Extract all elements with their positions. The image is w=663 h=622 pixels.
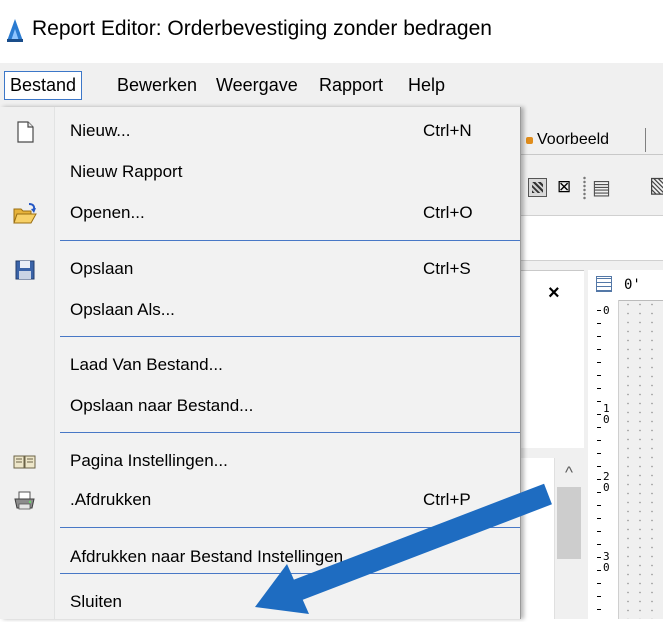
menu-item-label: Pagina Instellingen... xyxy=(70,451,228,470)
menu-item-shortcut: Ctrl+O xyxy=(423,203,473,222)
menu-item-afdrukken[interactable]: .Afdrukken Ctrl+P xyxy=(0,480,520,520)
report-editor-app-icon xyxy=(7,19,23,42)
panel-splitter[interactable] xyxy=(520,448,584,458)
ruler-tick xyxy=(597,557,601,558)
ruler-tick xyxy=(597,414,601,415)
menu-item-opslaan[interactable]: Opslaan Ctrl+S xyxy=(0,249,520,289)
menu-bewerken[interactable]: Bewerken xyxy=(112,71,202,100)
menu-help[interactable]: Help xyxy=(403,71,450,100)
property-bar xyxy=(520,215,663,261)
menu-separator xyxy=(60,573,520,574)
ruler-tick xyxy=(597,570,601,571)
printer-icon xyxy=(14,491,35,510)
ruler-settings-icon[interactable] xyxy=(596,276,612,292)
ruler-tick xyxy=(597,388,601,389)
ruler-tick xyxy=(597,531,601,532)
menu-item-label: Laad Van Bestand... xyxy=(70,355,223,374)
ruler-tick xyxy=(597,596,601,597)
menu-item-afdrukken-naar-bestand[interactable]: Afdrukken naar Bestand Instellingen... xyxy=(0,537,520,577)
close-box-icon[interactable]: ⊠ xyxy=(557,176,571,198)
menu-separator xyxy=(60,336,520,337)
menu-separator xyxy=(60,432,520,433)
ruler-tick xyxy=(597,310,601,311)
menu-item-label: Nieuw... xyxy=(70,121,131,140)
menu-item-pagina-instellingen[interactable]: Pagina Instellingen... xyxy=(0,441,520,481)
tab-divider xyxy=(645,128,646,152)
align-tool-icon[interactable]: ▤ xyxy=(592,175,622,201)
tab-voorbeeld[interactable]: Voorbeeld xyxy=(523,125,609,155)
ruler-tick xyxy=(597,375,601,376)
ruler-tick xyxy=(597,440,601,441)
ruler-tick xyxy=(597,362,601,363)
menu-item-sluiten[interactable]: Sluiten xyxy=(0,582,520,622)
design-canvas[interactable] xyxy=(622,300,663,619)
menu-item-shortcut: Ctrl+P xyxy=(423,490,471,509)
menu-item-laad-van-bestand[interactable]: Laad Van Bestand... xyxy=(0,345,520,385)
ruler-tick xyxy=(597,401,601,402)
scroll-thumb[interactable] xyxy=(557,487,581,559)
menu-item-label: Sluiten xyxy=(70,592,122,611)
ruler-tick xyxy=(597,336,601,337)
menu-item-label: Opslaan xyxy=(70,259,134,278)
bestand-dropdown-menu: Nieuw... Ctrl+N Nieuw Rapport Openen... … xyxy=(0,107,521,619)
menu-separator xyxy=(60,527,520,528)
open-folder-icon xyxy=(13,203,37,224)
menu-item-label: Opslaan Als... xyxy=(70,300,175,319)
ruler-tick xyxy=(597,609,601,610)
ruler-tick xyxy=(597,505,601,506)
scroll-up-icon[interactable]: ^ xyxy=(556,462,582,484)
menu-weergave[interactable]: Weergave xyxy=(211,71,303,100)
menu-separator xyxy=(60,240,520,241)
menu-item-nieuw-rapport[interactable]: Nieuw Rapport xyxy=(0,152,520,192)
page-setup-icon xyxy=(13,455,36,469)
menu-item-label: Openen... xyxy=(70,203,145,222)
menu-item-opslaan-naar-bestand[interactable]: Opslaan naar Bestand... xyxy=(0,386,520,426)
menu-item-shortcut: Ctrl+S xyxy=(423,259,471,278)
menu-rapport[interactable]: Rapport xyxy=(314,71,388,100)
menu-item-opslaan-als[interactable]: Opslaan Als... xyxy=(0,290,520,330)
menu-bar: Bestand Bewerken Weergave Rapport Help xyxy=(0,63,663,108)
title-bar: Report Editor: Orderbevestiging zonder b… xyxy=(0,0,663,58)
panel-close-icon[interactable]: × xyxy=(548,281,560,305)
menu-item-openen[interactable]: Openen... Ctrl+O xyxy=(0,193,520,233)
menu-item-shortcut: Ctrl+N xyxy=(423,121,472,140)
toolbar-overflow-icon[interactable]: ▧ xyxy=(649,172,663,206)
ruler-label: 2 0 xyxy=(603,470,610,494)
ruler-tick xyxy=(597,453,601,454)
toolbar-grip[interactable] xyxy=(583,176,586,200)
ruler-tick xyxy=(597,479,601,480)
ruler-tick xyxy=(597,492,601,493)
ruler-label: 1 0 xyxy=(603,402,610,426)
menu-item-label: Opslaan naar Bestand... xyxy=(70,396,254,415)
menu-item-label: Afdrukken naar Bestand Instellingen... xyxy=(70,547,358,566)
grid-toggle-icon[interactable] xyxy=(528,178,547,197)
floppy-save-icon xyxy=(15,260,35,280)
ruler-tick xyxy=(597,544,601,545)
ruler-tick xyxy=(597,518,601,519)
menu-item-nieuw[interactable]: Nieuw... Ctrl+N xyxy=(0,111,520,151)
menu-item-label: Nieuw Rapport xyxy=(70,162,183,181)
ruler-top-label: 0' xyxy=(624,277,641,293)
ruler-tick xyxy=(597,323,601,324)
ruler-tick xyxy=(597,349,601,350)
ruler-tick xyxy=(597,583,601,584)
menu-item-label: .Afdrukken xyxy=(70,490,152,509)
panel-body xyxy=(520,320,584,448)
menu-bestand[interactable]: Bestand xyxy=(4,71,83,100)
ruler-label: 3 0 xyxy=(603,550,610,574)
ruler-tick xyxy=(597,427,601,428)
window-title: Report Editor: Orderbevestiging zonder b… xyxy=(32,17,492,40)
new-document-icon xyxy=(17,121,34,143)
ruler-label: 0 xyxy=(603,304,610,317)
ruler-tick xyxy=(597,466,601,467)
